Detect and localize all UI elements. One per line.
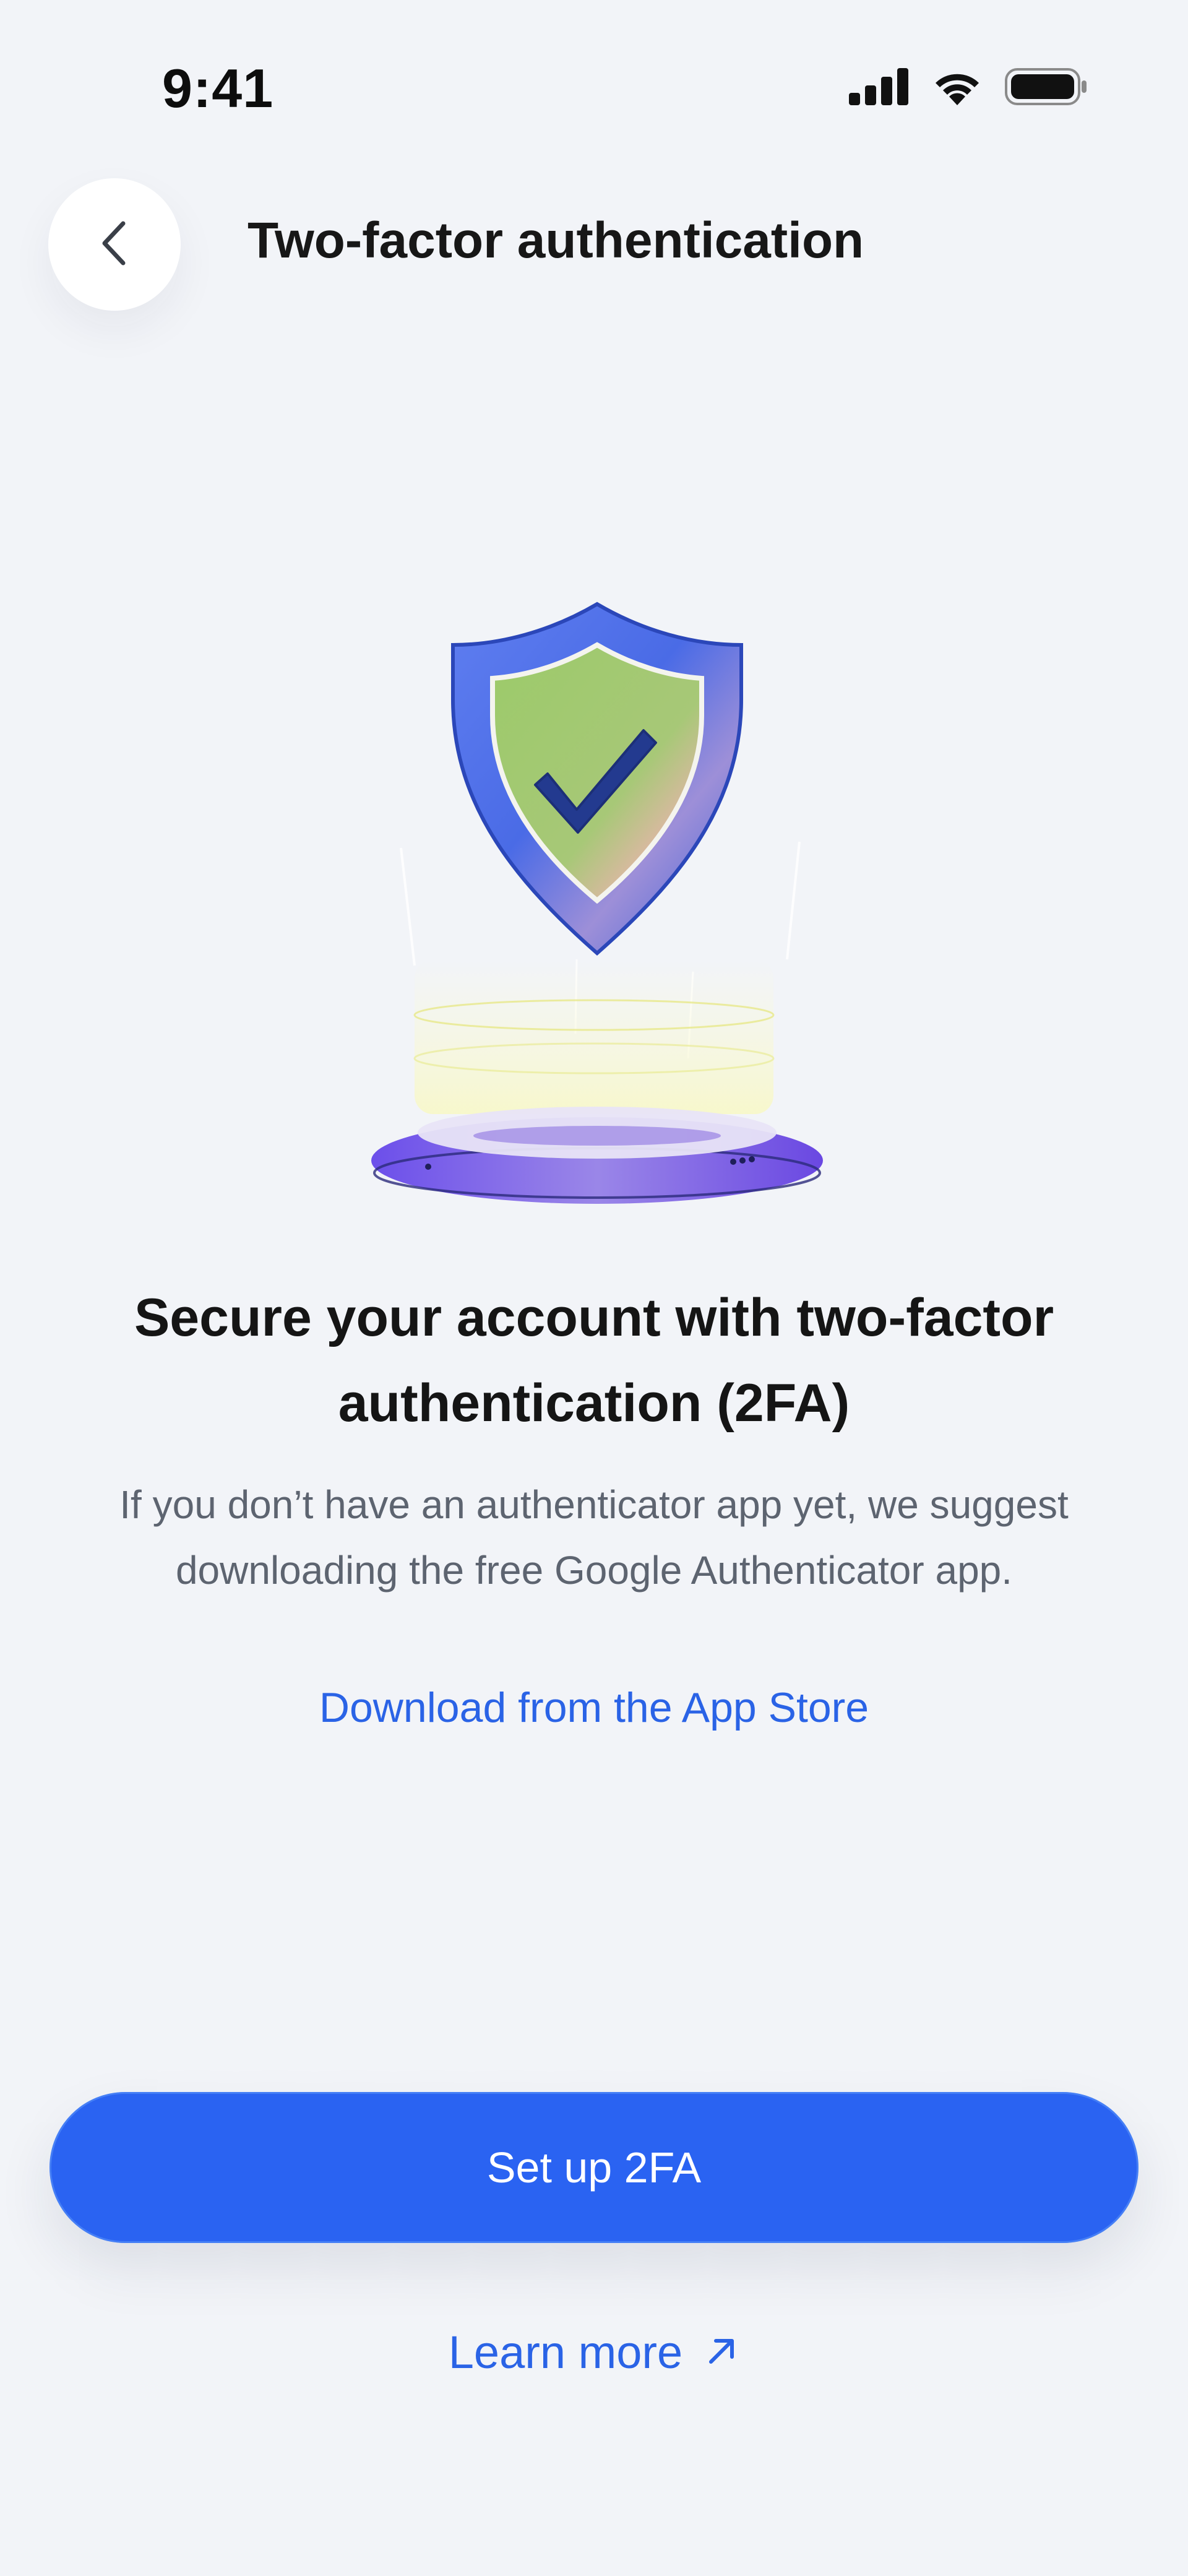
- page-title: Two-factor authentication: [248, 212, 864, 269]
- status-time: 9:41: [162, 58, 274, 119]
- battery-icon: [1005, 67, 1089, 106]
- screen: 9:41 Two-factor authentication Secure yo…: [0, 0, 1188, 2576]
- signal-icon: [849, 68, 910, 105]
- back-button[interactable]: [48, 178, 181, 311]
- status-icons: [849, 62, 1089, 111]
- description: If you don’t have an authenticator app y…: [119, 1482, 1069, 1593]
- headline: Secure your account with two-factor auth…: [134, 1288, 1054, 1433]
- arrow-up-right-icon: [705, 2333, 739, 2371]
- shield-checkmark-icon: [371, 602, 823, 1204]
- app-store-link[interactable]: Download from the App Store: [0, 1683, 1188, 1732]
- learn-more-link[interactable]: Learn more: [0, 2326, 1188, 2379]
- learn-more-label: Learn more: [448, 2327, 683, 2378]
- status-bar: 9:41: [0, 0, 1188, 161]
- wifi-icon: [931, 67, 984, 106]
- shield-illustration: [346, 588, 842, 1219]
- setup-2fa-button[interactable]: Set up 2FA: [50, 2092, 1138, 2243]
- setup-2fa-label: Set up 2FA: [486, 2143, 702, 2192]
- chevron-left-icon: [96, 218, 133, 271]
